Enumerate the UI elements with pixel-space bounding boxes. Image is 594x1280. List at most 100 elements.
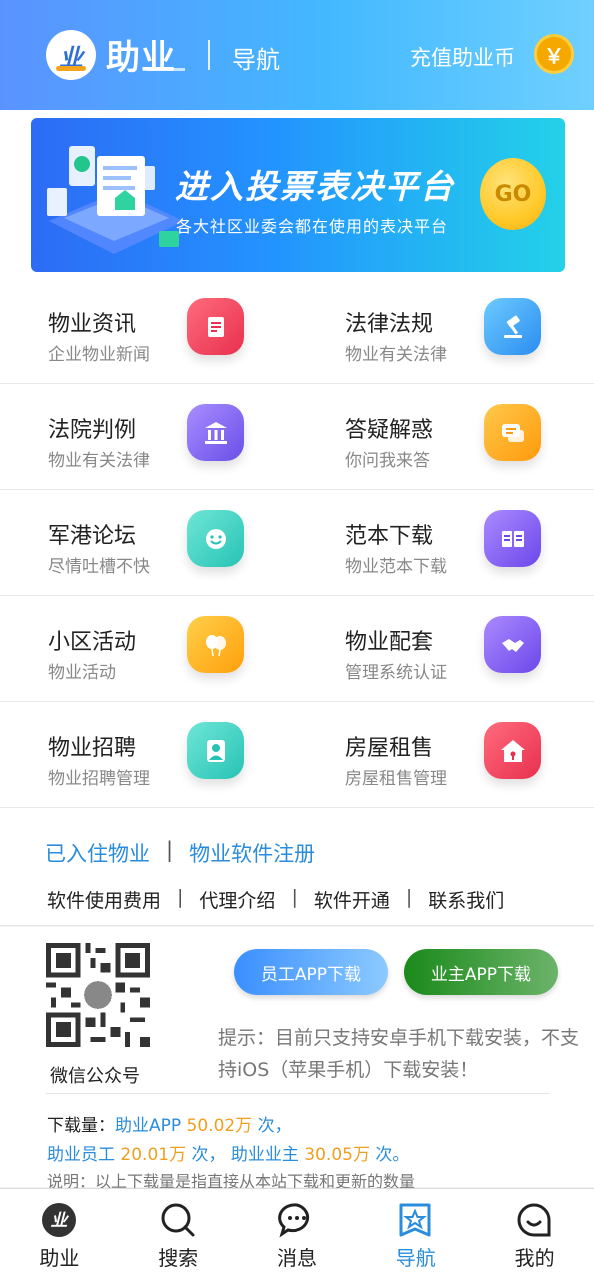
secondary-links: 软件使用费用 | 代理介绍 | 软件开通 | 联系我们 <box>47 886 504 913</box>
courthouse-icon <box>187 404 244 461</box>
grid-item-property-support[interactable]: 物业配套 管理系统认证 <box>297 596 594 702</box>
grid-item-subtitle: 物业有关法律 <box>48 451 150 471</box>
grid-item-template-download[interactable]: 范本下载 物业范本下载 <box>297 490 594 596</box>
balloon-icon <box>187 616 244 673</box>
tab-profile[interactable]: 我的 <box>475 1189 594 1280</box>
grid-item-subtitle: 物业活动 <box>48 663 116 683</box>
svg-text:业: 业 <box>51 1211 70 1231</box>
tab-label: 消息 <box>276 1246 317 1270</box>
grid-item-title: 小区活动 <box>48 630 137 655</box>
grid-item-title: 法院判例 <box>48 418 137 443</box>
stats-app-name: 助业APP <box>115 1116 182 1136</box>
chat-icon <box>484 404 541 461</box>
download-section: 微信公众号 员工APP下载 业主APP下载 提示：目前只支持安卓手机下载安装，不… <box>0 927 594 1191</box>
logo-swoosh <box>56 66 86 71</box>
link-software-fee[interactable]: 软件使用费用 <box>47 886 161 913</box>
gavel-icon <box>484 298 541 355</box>
stats-times: 次， <box>257 1116 292 1136</box>
book-icon <box>484 510 541 567</box>
qr-code-icon <box>46 943 150 1047</box>
recharge-link[interactable]: 充值助业币 <box>410 42 515 72</box>
grid-item-subtitle: 企业物业新闻 <box>48 345 150 365</box>
logo-text: 助业 <box>106 38 176 78</box>
link-agent-intro[interactable]: 代理介绍 <box>199 886 275 913</box>
go-button[interactable]: GO <box>480 158 546 230</box>
grid-item-subtitle: 管理系统认证 <box>345 663 447 683</box>
tab-label: 助业 <box>39 1246 80 1270</box>
tab-search[interactable]: 搜索 <box>119 1189 238 1280</box>
feature-grid: 物业资讯 企业物业新闻 法律法规 物业有关法律 法院判例 物业有关法律 答疑解惑… <box>0 278 594 808</box>
house-icon <box>484 722 541 779</box>
link-software-register[interactable]: 物业软件注册 <box>189 838 315 868</box>
person-icon <box>187 722 244 779</box>
download-stats-line1: 下载量：助业APP 50.02万 次， <box>47 1111 292 1136</box>
tab-home[interactable]: 业 助业 <box>0 1189 119 1280</box>
link-separator: | <box>177 886 184 908</box>
grid-item-title: 法律法规 <box>345 312 434 337</box>
staff-app-download-button[interactable]: 员工APP下载 <box>234 949 388 995</box>
message-icon <box>277 1203 309 1238</box>
stats-times: 次。 <box>375 1145 410 1165</box>
grid-item-title: 物业配套 <box>345 630 434 655</box>
logo-underline <box>147 68 185 71</box>
tab-messages[interactable]: 消息 <box>238 1189 357 1280</box>
banner-subtitle: 各大社区业委会都在使用的表决平台 <box>176 217 449 236</box>
smile-icon <box>187 510 244 567</box>
search-icon <box>161 1203 195 1237</box>
logo-icon: 业 <box>42 1203 76 1237</box>
stats-times: 次， <box>191 1145 226 1165</box>
coin-icon[interactable]: ￥ <box>534 34 574 74</box>
owner-app-download-button[interactable]: 业主APP下载 <box>404 949 558 995</box>
tab-navigation[interactable]: 导航 <box>356 1189 475 1280</box>
grid-item-subtitle: 物业有关法律 <box>345 345 447 365</box>
divider <box>0 925 594 926</box>
logo-icon[interactable]: 业 <box>46 30 96 80</box>
grid-item-housing-rental[interactable]: 房屋租售 房屋租售管理 <box>297 702 594 808</box>
grid-item-title: 答疑解惑 <box>345 418 434 443</box>
install-tip: 提示：目前只支持安卓手机下载安装，不支持iOS（苹果手机）下载安装！ <box>218 1027 580 1081</box>
stats-owner-name: 助业业主 <box>230 1145 299 1165</box>
grid-item-subtitle: 尽情吐槽不快 <box>48 557 150 577</box>
grid-row: 军港论坛 尽情吐槽不快 范本下载 物业范本下载 <box>0 490 594 596</box>
app-header: 业 助业 导航 充值助业币 ￥ <box>0 0 594 110</box>
link-moved-in-property[interactable]: 已入住物业 <box>45 838 150 868</box>
stats-owner-count: 30.05万 <box>304 1145 370 1165</box>
link-separator: | <box>166 838 174 862</box>
download-stats-line2: 助业员工 20.01万 次， 助业业主 30.05万 次。 <box>47 1140 409 1165</box>
grid-item-qa[interactable]: 答疑解惑 你问我来答 <box>297 384 594 490</box>
stats-label: 下载量： <box>47 1116 115 1136</box>
grid-item-forum[interactable]: 军港论坛 尽情吐槽不快 <box>0 490 297 596</box>
link-separator: | <box>291 886 298 908</box>
grid-row: 物业资讯 企业物业新闻 法律法规 物业有关法律 <box>0 278 594 384</box>
banner-illustration-icon <box>47 146 184 254</box>
grid-item-community-events[interactable]: 小区活动 物业活动 <box>0 596 297 702</box>
grid-row: 法院判例 物业有关法律 答疑解惑 你问我来答 <box>0 384 594 490</box>
links-section: 已入住物业 | 物业软件注册 软件使用费用 | 代理介绍 | 软件开通 | 联系… <box>0 810 594 926</box>
qr-caption: 微信公众号 <box>50 1066 140 1087</box>
header-divider <box>208 40 210 70</box>
grid-item-subtitle: 物业范本下载 <box>345 557 447 577</box>
link-contact-us[interactable]: 联系我们 <box>428 886 504 913</box>
star-nav-icon <box>399 1203 431 1237</box>
grid-item-property-news[interactable]: 物业资讯 企业物业新闻 <box>0 278 297 384</box>
grid-item-laws[interactable]: 法律法规 物业有关法律 <box>297 278 594 384</box>
banner-title: 进入投票表决平台 <box>175 167 455 206</box>
handshake-icon <box>484 616 541 673</box>
stats-staff-count: 20.01万 <box>120 1145 187 1165</box>
grid-item-subtitle: 物业招聘管理 <box>48 769 150 789</box>
page-title: 导航 <box>232 46 280 74</box>
link-software-activate[interactable]: 软件开通 <box>314 886 390 913</box>
link-separator: | <box>405 886 413 908</box>
grid-row: 物业招聘 物业招聘管理 房屋租售 房屋租售管理 <box>0 702 594 808</box>
tab-label: 搜索 <box>158 1246 199 1270</box>
stats-staff-name: 助业员工 <box>47 1145 115 1165</box>
profile-icon <box>517 1203 551 1237</box>
grid-item-title: 军港论坛 <box>48 524 137 549</box>
vote-platform-banner[interactable]: 进入投票表决平台 各大社区业委会都在使用的表决平台 GO <box>31 118 565 272</box>
grid-item-subtitle: 你问我来答 <box>345 451 430 471</box>
divider <box>46 1093 550 1094</box>
grid-item-recruitment[interactable]: 物业招聘 物业招聘管理 <box>0 702 297 808</box>
grid-item-court-cases[interactable]: 法院判例 物业有关法律 <box>0 384 297 490</box>
stats-app-count: 50.02万 <box>186 1116 253 1136</box>
grid-item-title: 房屋租售 <box>345 736 434 761</box>
